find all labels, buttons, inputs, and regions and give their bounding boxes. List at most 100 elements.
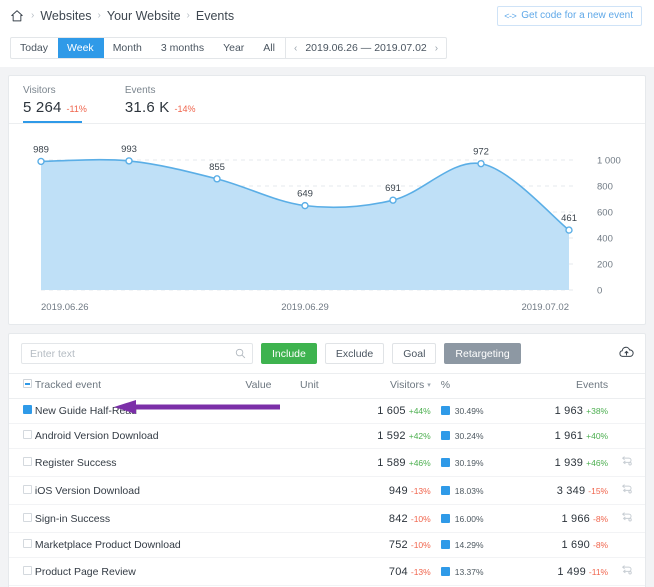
row-event-name[interactable]: New Guide Half-Read [34,398,246,424]
row-percent-swatch [440,566,450,576]
row-event-name[interactable]: Android Version Download [34,423,246,449]
header-percent[interactable]: % [440,373,521,399]
home-icon[interactable] [10,9,24,23]
row-visitors-cell: 1 589 +46% [356,448,441,477]
date-next-button[interactable]: › [435,43,438,54]
row-visitors-cell: 1 605 +44% [356,398,441,424]
code-brackets-icon: <-> [504,10,517,21]
row-visitors-value: 842 [388,512,408,525]
row-events-value: 1 939 [554,456,584,469]
table-head: Tracked event Value Unit Visitors ▾ % Eve… [9,373,645,399]
row-percent-value: 18.03% [454,485,484,496]
header-tracked-event[interactable]: Tracked event [34,373,246,399]
retargeting-sync-icon[interactable] [620,484,633,498]
breadcrumb-separator-3: › [186,10,190,21]
kpi-events[interactable]: Events 31.6 K -14% [125,85,196,123]
get-code-button[interactable]: <-> Get code for a new event [497,5,642,26]
row-percent-swatch [440,457,450,467]
breadcrumb-item-your-website[interactable]: Your Website [107,9,181,23]
row-actions-cell [608,398,645,424]
row-visitors-value: 1 589 [377,456,406,469]
period-tab-month[interactable]: Month [104,38,152,58]
table-row[interactable]: iOS Version Download 949 -13% 18.03% 3 349 -1… [9,476,645,505]
table-header-row: Tracked event Value Unit Visitors ▾ % Eve… [9,373,645,399]
period-tab-week[interactable]: Week [58,38,104,58]
svg-text:400: 400 [597,234,613,245]
row-checkbox[interactable] [23,565,32,575]
row-events-cell: 3 349 -15% [520,476,609,505]
row-unit [300,532,357,558]
get-code-label: Get code for a new event [521,10,633,21]
search-box[interactable] [21,343,253,364]
date-range-label[interactable]: 2019.06.26 — 2019.07.02 [305,42,426,54]
period-tab-year[interactable]: Year [214,38,254,58]
row-actions-cell [608,423,645,449]
table-row[interactable]: Marketplace Product Download 752 -10% 14.29… [9,532,645,558]
row-event-name[interactable]: Register Success [34,448,246,477]
include-button[interactable]: Include [261,343,317,364]
svg-text:200: 200 [597,260,613,271]
row-checkbox[interactable] [23,405,32,414]
retargeting-button[interactable]: Retargeting [444,343,521,364]
row-events-delta: -8% [592,540,609,550]
svg-text:691: 691 [385,183,401,194]
row-event-name[interactable]: Product Page Review [34,557,246,586]
visitors-area-chart[interactable]: 0 200 400 600 800 1 000 989 993 855 649 691 972 461 2… [9,124,645,324]
period-tab-all[interactable]: All [254,38,285,58]
retargeting-sync-icon[interactable] [620,565,633,579]
date-prev-button[interactable]: ‹ [294,43,297,54]
row-event-name[interactable]: iOS Version Download [34,476,246,505]
row-checkbox[interactable] [23,539,32,548]
breadcrumb-item-websites[interactable]: Websites [40,9,91,23]
row-checkbox[interactable] [23,430,32,439]
row-visitors-cell: 704 -13% [356,557,441,586]
kpi-visitors[interactable]: Visitors 5 264 -11% [23,85,87,123]
header-actions [608,373,645,399]
row-checkbox[interactable] [23,512,32,522]
table-row[interactable]: Product Page Review 704 -13% 13.37% 1 499 -11… [9,557,645,586]
exclude-button[interactable]: Exclude [324,343,385,364]
row-event-name[interactable]: Marketplace Product Download [34,532,246,558]
row-events-value: 1 961 [554,430,584,442]
row-value [245,448,301,477]
search-icon[interactable] [235,348,246,362]
row-select-cell [9,448,35,477]
header-events[interactable]: Events [520,373,609,399]
row-percent-cell: 13.37% [440,557,521,586]
row-checkbox[interactable] [23,484,32,494]
kpi-visitors-value: 5 264 [23,99,62,116]
row-actions-cell [608,476,645,505]
row-percent-value: 30.19% [454,457,484,468]
table-row[interactable]: Sign-in Success 842 -10% 16.00% 1 966 -8% [9,504,645,533]
row-visitors-cell: 842 -10% [356,504,441,533]
goal-button[interactable]: Goal [392,343,437,364]
svg-text:855: 855 [209,162,225,173]
row-events-delta: +40% [586,431,609,441]
header-unit[interactable]: Unit [300,373,357,399]
retargeting-sync-icon[interactable] [620,456,633,470]
table-row[interactable]: Register Success 1 589 +46% 30.19% 1 939 +46% [9,448,645,477]
row-event-name[interactable]: Sign-in Success [34,504,246,533]
row-checkbox[interactable] [23,456,32,466]
row-actions-cell [608,532,645,558]
table-row[interactable]: Android Version Download 1 592 +42% 30.24% 1… [9,423,645,449]
row-visitors-delta: -13% [410,566,431,577]
svg-text:993: 993 [121,144,137,155]
row-select-cell [9,476,35,505]
period-tab-3-months[interactable]: 3 months [152,38,214,58]
retargeting-sync-icon[interactable] [620,512,633,526]
table-row[interactable]: New Guide Half-Read 1 605 +44% 30.49% 1 963 +… [9,398,645,424]
svg-text:989: 989 [33,144,49,155]
search-input[interactable] [30,347,230,360]
row-visitors-value: 704 [388,565,408,578]
row-visitors-value: 1 605 [377,405,406,417]
select-all-checkbox[interactable] [23,379,32,388]
kpi-visitors-value-wrap: 5 264 -11% [23,99,87,116]
cloud-upload-icon[interactable] [618,345,635,362]
header-visitors[interactable]: Visitors ▾ [356,373,441,399]
row-select-cell [9,423,35,449]
breadcrumb-item-events[interactable]: Events [196,9,234,23]
header-value[interactable]: Value [245,373,301,399]
period-tab-today[interactable]: Today [11,38,58,58]
period-tab-group: Today Week Month 3 months Year All ‹ 201… [10,37,448,59]
